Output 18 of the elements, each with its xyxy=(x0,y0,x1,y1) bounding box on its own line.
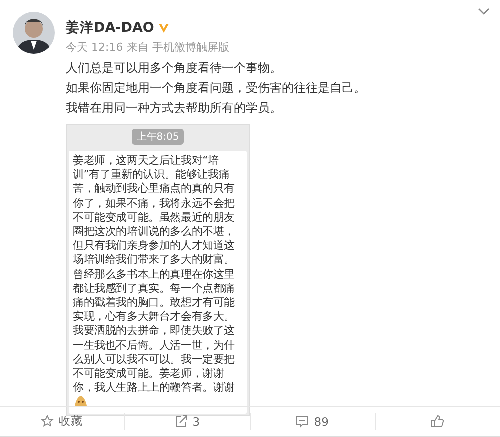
chevron-down-icon[interactable] xyxy=(478,8,490,16)
share-icon xyxy=(174,415,188,428)
message-text: 姜老师，这两天之后让我对“培训”有了重新的认识。能够让我痛苦，触动到我心里痛点的真的只有你了，如果不痛，我将永远不会把不可能变成可能。虽然最近的朋友圈把这次的培训说的多么的不堪，但只有我们亲身参加的人才知道这场培训给我们带来了多大的财富。曾经那么多书本上的真理在你这里都让我感到了真实。每一个点都痛痛的戳着我的胸口。敢想才有可能实现，心有多大舞台才会有多大。我要洒脱的去拼命，即使失败了这一生我也不后悔。人活一世，为什么别人可以我不可以。我一定要把不可能变成可能。姜老师，谢谢你，我人生路上上的鞭笞者。谢谢 xyxy=(73,154,236,394)
author-name[interactable]: 姜洋DA-DAO xyxy=(66,19,154,37)
comment-icon xyxy=(296,415,310,428)
post-text-line: 如果你固定地用一个角度看问题，受伤害的往往是自己。 xyxy=(66,80,366,97)
thumbs-up-icon xyxy=(431,415,444,428)
comment-button[interactable]: 89 xyxy=(314,414,329,428)
post-text-line: 人们总是可以用多个角度看待一个事物。 xyxy=(66,60,283,77)
avatar[interactable] xyxy=(13,12,55,54)
message-time: 上午8:05 xyxy=(132,129,184,145)
post-text-line: 我错在用同一种方式去帮助所有的学员。 xyxy=(66,100,283,117)
post-source: 来自 手机微博触屏版 xyxy=(127,40,230,55)
favorite-button[interactable]: 收藏 xyxy=(59,414,84,429)
post-time: 今天 12:16 xyxy=(66,40,124,55)
star-icon xyxy=(41,415,54,428)
emoji-icon xyxy=(74,395,88,408)
repost-button[interactable]: 3 xyxy=(192,414,200,428)
